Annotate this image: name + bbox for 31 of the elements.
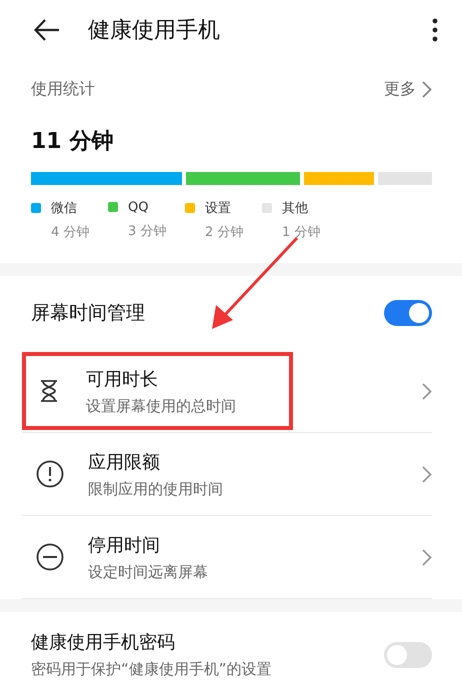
item-subtitle: 限制应用的使用时间 [88, 480, 223, 498]
item-subtitle: 设定时间远离屏幕 [88, 562, 208, 582]
chevron-icon [422, 80, 432, 98]
section-title: 使用统计 [31, 78, 96, 100]
item-subtitle: 密码用于保护“健康使用手机”的设置 [31, 660, 273, 679]
chevron-icon [422, 548, 432, 566]
app-name: 其他 [282, 200, 309, 217]
chevron-icon [422, 466, 432, 482]
app-name: QQ [128, 200, 150, 215]
app-time: 1 分钟 [282, 224, 322, 241]
more-link[interactable]: 更多 [384, 78, 432, 100]
item-title[interactable]: 应用限额 [88, 450, 223, 474]
item-title: 健康使用手机密码 [31, 631, 176, 654]
chevron-icon [422, 382, 432, 400]
app-name: 设置 [205, 200, 232, 217]
toggle-switch[interactable] [384, 300, 432, 326]
back-arrow-icon[interactable] [34, 19, 60, 41]
minus-circle-icon [36, 543, 64, 571]
item-title[interactable]: 停用时间 [88, 532, 208, 556]
app-name: 微信 [51, 200, 78, 217]
toggle-switch[interactable] [384, 642, 432, 668]
app-time: 4 分钟 [51, 224, 90, 241]
app-time: 2 分钟 [205, 224, 244, 241]
page-title: 健康使用手机 [88, 17, 221, 45]
item-subtitle: 设置屏幕使用的总时间 [86, 396, 236, 416]
app-time: 3 分钟 [128, 223, 168, 240]
alert-icon [36, 460, 64, 488]
item-title[interactable]: 可用时长 [86, 366, 236, 390]
more-menu-icon[interactable] [432, 18, 438, 42]
section-title: 屏幕时间管理 [31, 301, 146, 326]
total-time: 11 分钟 [30, 128, 114, 156]
